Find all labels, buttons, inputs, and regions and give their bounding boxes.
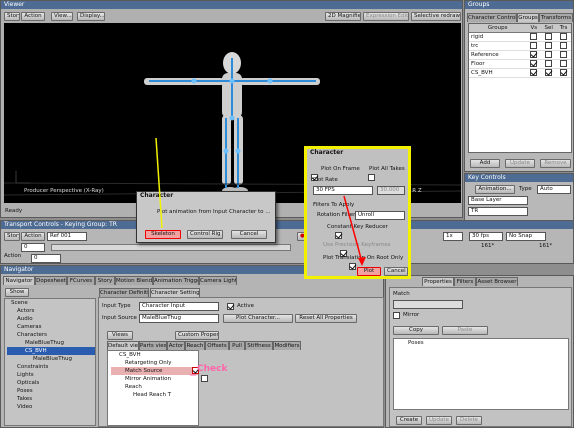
annotation-arrows [155, 137, 366, 376]
